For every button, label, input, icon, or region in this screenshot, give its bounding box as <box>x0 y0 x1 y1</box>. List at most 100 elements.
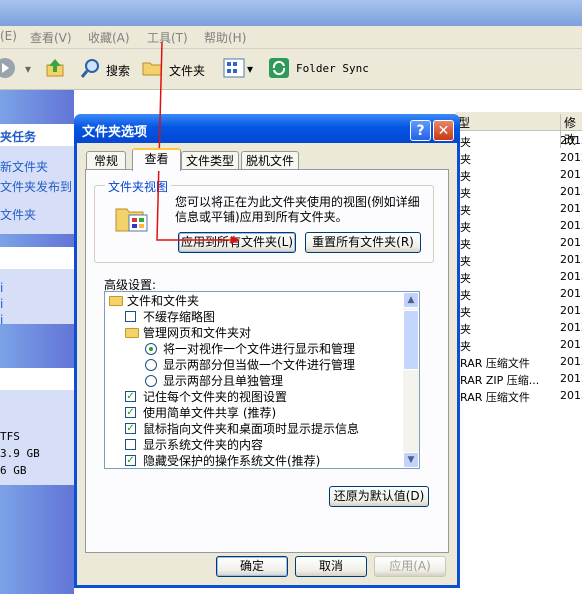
table-row[interactable]: 夹 2013 <box>456 168 582 185</box>
row-type: RAR 压缩文件 <box>460 357 530 370</box>
table-row[interactable]: 夹 2012 <box>456 253 582 270</box>
radio[interactable] <box>145 375 157 387</box>
tab-view[interactable]: 查看 <box>132 148 181 171</box>
cancel-button[interactable]: 取消 <box>295 556 367 577</box>
table-row[interactable]: 夹 2012 <box>456 321 582 338</box>
folder-icon <box>109 296 123 306</box>
scrollbar-thumb[interactable] <box>403 310 419 370</box>
table-row[interactable]: 夹 2013 <box>456 304 582 321</box>
folder-sync-icon[interactable] <box>268 57 290 79</box>
views-icon[interactable] <box>223 57 245 79</box>
tree-item-label: 文件和文件夹 <box>127 294 200 308</box>
checkbox-checked[interactable]: ✓ <box>125 391 136 402</box>
row-modified: 2012 <box>560 372 582 385</box>
menu-item-edit[interactable]: (E) <box>0 29 17 43</box>
row-modified: 2011 <box>560 236 582 249</box>
column-header-modified[interactable]: 修改 <box>560 114 582 148</box>
checkbox-checked[interactable]: ✓ <box>125 455 136 466</box>
folder-view-group-title: 文件夹视图 <box>105 178 172 195</box>
scroll-down-icon[interactable]: ▼ <box>403 452 419 468</box>
search-button-label[interactable]: 搜索 <box>106 62 130 79</box>
ok-button[interactable]: 确定 <box>216 556 288 577</box>
folder-icon <box>125 328 139 338</box>
close-button[interactable]: ✕ <box>433 120 454 141</box>
checkbox-checked[interactable]: ✓ <box>125 407 136 418</box>
menu-item-tools[interactable]: 工具(T) <box>147 29 188 46</box>
file-list: 夹 2012 夹 2012 夹 2013 夹 2012 夹 2011 夹 2012 夹 2011 夹 2012… <box>456 112 582 594</box>
table-row[interactable]: RAR ZIP 压缩... 2012 <box>456 372 582 389</box>
table-row[interactable]: 夹 2012 <box>456 151 582 168</box>
radio[interactable] <box>145 359 157 371</box>
restore-defaults-button[interactable]: 还原为默认值(D) <box>329 486 429 507</box>
folders-icon[interactable] <box>141 57 163 79</box>
table-row[interactable]: RAR 压缩文件 2013 <box>456 389 582 406</box>
checkbox[interactable] <box>125 311 136 322</box>
tree-scrollbar[interactable]: ▲ ▼ <box>403 292 419 468</box>
reset-all-folders-button[interactable]: 重置所有文件夹(R) <box>305 232 421 253</box>
table-row[interactable]: 夹 2013 <box>456 338 582 355</box>
table-row[interactable]: RAR 压缩文件 2012 <box>456 355 582 372</box>
scroll-up-icon[interactable]: ▲ <box>403 292 419 308</box>
forward-dropdown-icon[interactable]: ▾ <box>25 62 31 76</box>
row-type: RAR 压缩文件 <box>460 391 530 404</box>
tree-item-label: 管理网页和文件夹对 <box>143 326 252 340</box>
table-row[interactable]: 夹 2013 <box>456 270 582 287</box>
dialog-titlebar[interactable]: 文件夹选项 ? ✕ <box>74 114 460 143</box>
table-row[interactable]: 夹 2012 <box>456 185 582 202</box>
toolbar: ▾ 搜索 文件夹 ▾ Folder Sync <box>0 49 582 90</box>
advanced-settings-tree: 文件和文件夹 不缓存缩略图 管理网页和文件夹对 将一对视作一个文件进行显示和管理 显示两… <box>104 291 420 469</box>
forward-icon[interactable] <box>0 57 16 79</box>
help-button[interactable]: ? <box>410 120 431 141</box>
folders-button-label[interactable]: 文件夹 <box>169 62 205 79</box>
radio-selected[interactable] <box>145 343 157 355</box>
tree-item-label: 显示两部分且单独管理 <box>163 374 284 388</box>
row-modified: 2013 <box>560 338 582 351</box>
details-header <box>0 368 74 390</box>
apply-to-all-folders-button[interactable]: 应用到所有文件夹(L) <box>178 232 296 253</box>
explorer-task-pane: 夹任务 新文件夹 文件夹发布到 文件夹 i i i TFS 3.9 GB 6 G… <box>0 90 74 594</box>
dialog-title: 文件夹选项 <box>82 125 148 140</box>
table-row[interactable]: 夹 2013 <box>456 287 582 304</box>
row-modified: 2012 <box>560 253 582 266</box>
file-list-header: 型 修改 <box>456 112 582 148</box>
task-share-folder[interactable]: 文件夹 <box>0 206 36 223</box>
explorer-titlebar <box>0 0 582 26</box>
checkbox[interactable] <box>125 439 136 450</box>
row-modified: 2013 <box>560 304 582 317</box>
table-row[interactable]: 夹 2011 <box>456 202 582 219</box>
search-icon[interactable] <box>80 57 102 79</box>
other-places-box <box>0 269 74 324</box>
checkbox-checked[interactable]: ✓ <box>125 423 136 434</box>
row-type: 夹 <box>460 289 471 302</box>
detail-filesystem: TFS <box>0 430 20 443</box>
tree-item-label: 记住每个文件夹的视图设置 <box>143 390 288 404</box>
other-place-item[interactable]: i <box>0 313 3 327</box>
other-place-item[interactable]: i <box>0 297 3 311</box>
task-new-folder[interactable]: 新文件夹 <box>0 158 48 175</box>
menu-item-view[interactable]: 查看(V) <box>30 29 72 46</box>
task-pane-title: 夹任务 <box>0 130 37 144</box>
table-row[interactable]: 夹 2012 <box>456 219 582 236</box>
row-modified: 2013 <box>560 389 582 402</box>
views-dropdown-icon[interactable]: ▾ <box>247 62 253 76</box>
up-folder-icon[interactable] <box>44 57 66 79</box>
tab-offline-files[interactable]: 脱机文件 <box>241 151 299 169</box>
menu-item-favorites[interactable]: 收藏(A) <box>88 29 130 46</box>
tab-file-types[interactable]: 文件类型 <box>181 151 239 169</box>
apply-button[interactable]: 应用(A) <box>374 556 446 577</box>
table-row[interactable]: 夹 2011 <box>456 236 582 253</box>
row-modified: 2012 <box>560 219 582 232</box>
row-type: 夹 <box>460 255 471 268</box>
tree-item-label: 使用简单文件共享 (推荐) <box>143 406 277 420</box>
folder-sync-label[interactable]: Folder Sync <box>296 62 369 75</box>
row-type: 夹 <box>460 170 471 183</box>
row-modified: 2011 <box>560 202 582 215</box>
other-place-item[interactable]: i <box>0 281 3 295</box>
row-modified: 2012 <box>560 321 582 334</box>
row-modified: 2012 <box>560 151 582 164</box>
task-publish-folder[interactable]: 文件夹发布到 <box>0 178 72 195</box>
row-type: 夹 <box>460 340 471 353</box>
tab-general[interactable]: 常规 <box>86 151 126 169</box>
menu-item-help[interactable]: 帮助(H) <box>204 29 246 46</box>
folder-view-description: 您可以将正在为此文件夹使用的视图(例如详细信息或平铺)应用到所有文件夹。 <box>175 195 420 224</box>
